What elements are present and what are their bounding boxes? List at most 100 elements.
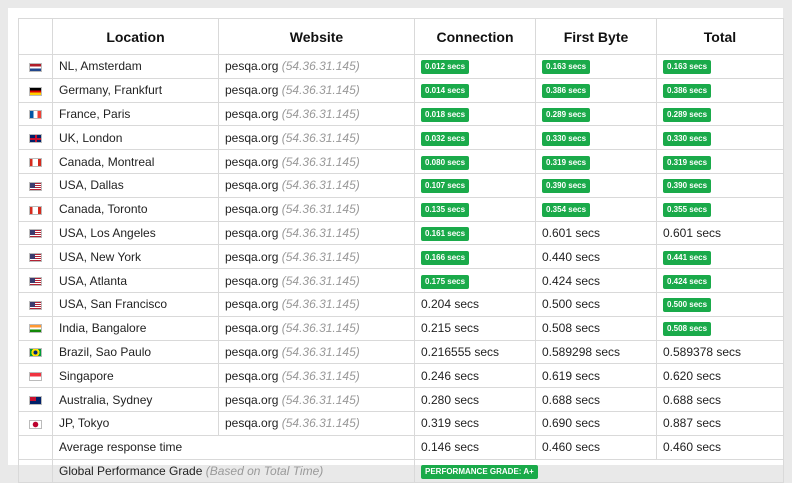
website-cell: pesqa.org (54.36.31.145) xyxy=(218,268,415,293)
website-text: pesqa.org xyxy=(225,83,279,98)
website-text: pesqa.org xyxy=(225,416,279,431)
first-byte-cell: 0.354 secs xyxy=(535,196,657,222)
first-byte-value: 0.619 secs xyxy=(542,368,601,383)
location-text: NL, Amsterdam xyxy=(59,59,142,74)
website-text: pesqa.org xyxy=(225,249,279,264)
ip-text: (54.36.31.145) xyxy=(281,178,360,193)
total-cell: 0.289 secs xyxy=(656,101,784,127)
connection-cell: 0.080 secs xyxy=(414,149,536,174)
connection-header: Connection xyxy=(414,18,536,55)
jp-flag-icon xyxy=(29,419,42,429)
first-byte-value: 0.354 secs xyxy=(542,203,591,218)
location-cell: India, Bangalore xyxy=(52,315,219,341)
first-byte-header: First Byte xyxy=(535,18,657,55)
website-cell: pesqa.org (54.36.31.145) xyxy=(218,363,415,389)
de-flag-icon xyxy=(29,86,42,96)
website-text: pesqa.org xyxy=(225,344,279,359)
first-byte-cell: 0.386 secs xyxy=(535,77,657,103)
connection-value: 0.135 secs xyxy=(421,203,470,218)
connection-value: 0.107 secs xyxy=(421,179,470,194)
first-byte-value: 0.386 secs xyxy=(542,84,591,99)
total-cell: 0.688 secs xyxy=(656,387,784,412)
first-byte-value: 0.589298 secs xyxy=(542,344,621,359)
ca-flag-icon xyxy=(29,205,42,215)
total-value: 0.330 secs xyxy=(663,131,712,146)
website-header: Website xyxy=(218,18,415,55)
connection-value: 0.032 secs xyxy=(421,131,470,146)
location-text: USA, Atlanta xyxy=(59,273,128,288)
flag-cell xyxy=(18,196,53,222)
ip-text: (54.36.31.145) xyxy=(281,344,360,359)
location-cell: Germany, Frankfurt xyxy=(52,77,219,103)
table-row: NL, Amsterdam pesqa.org (54.36.31.145) 0.0… xyxy=(18,54,784,79)
us-flag-icon xyxy=(29,253,42,263)
flag-cell xyxy=(18,363,53,389)
total-header: Total xyxy=(656,18,784,55)
table-row: Canada, Montreal pesqa.org (54.36.31.145)… xyxy=(18,149,784,174)
connection-value: 0.319 secs xyxy=(421,416,480,431)
average-row: Average response time 0.146 secs 0.460 s… xyxy=(18,434,784,460)
connection-value: 0.014 secs xyxy=(421,84,470,99)
total-cell: 0.330 secs xyxy=(656,125,784,151)
website-text: pesqa.org xyxy=(225,202,279,217)
location-cell: Canada, Montreal xyxy=(52,149,219,174)
website-cell: pesqa.org (54.36.31.145) xyxy=(218,244,415,270)
table-row: USA, New York pesqa.org (54.36.31.145) 0.1… xyxy=(18,244,784,270)
website-cell: pesqa.org (54.36.31.145) xyxy=(218,387,415,412)
website-cell: pesqa.org (54.36.31.145) xyxy=(218,149,415,174)
flag-cell xyxy=(18,291,53,317)
location-text: USA, New York xyxy=(59,249,142,264)
location-cell: Australia, Sydney xyxy=(52,387,219,412)
connection-value: 0.246 secs xyxy=(421,368,480,383)
flag-cell xyxy=(18,315,53,341)
total-value: 0.887 secs xyxy=(663,416,722,431)
first-byte-value: 0.688 secs xyxy=(542,392,601,407)
table-row: USA, Atlanta pesqa.org (54.36.31.145) 0.17… xyxy=(18,268,784,293)
connection-value: 0.080 secs xyxy=(421,155,470,170)
grade-note: (Based on Total Time) xyxy=(205,463,324,478)
location-cell: USA, Los Angeles xyxy=(52,220,219,246)
flag-cell xyxy=(18,244,53,270)
au-flag-icon xyxy=(29,395,42,405)
table-row: Singapore pesqa.org (54.36.31.145) 0.246 s… xyxy=(18,363,784,389)
total-value: 0.355 secs xyxy=(663,203,712,218)
flag-cell xyxy=(18,220,53,246)
website-cell: pesqa.org (54.36.31.145) xyxy=(218,77,415,103)
website-cell: pesqa.org (54.36.31.145) xyxy=(218,315,415,341)
first-byte-value: 0.424 secs xyxy=(542,273,601,288)
first-byte-cell: 0.289 secs xyxy=(535,101,657,127)
flag-cell xyxy=(18,410,53,436)
us-flag-icon xyxy=(29,300,42,310)
website-cell: pesqa.org (54.36.31.145) xyxy=(218,172,415,198)
sg-flag-icon xyxy=(29,372,42,382)
location-text: JP, Tokyo xyxy=(59,416,110,431)
connection-cell: 0.161 secs xyxy=(414,220,536,246)
location-cell: JP, Tokyo xyxy=(52,410,219,436)
total-cell: 0.441 secs xyxy=(656,244,784,270)
connection-cell: 0.012 secs xyxy=(414,54,536,79)
table-row: USA, Los Angeles pesqa.org (54.36.31.145)… xyxy=(18,220,784,246)
connection-cell: 0.246 secs xyxy=(414,363,536,389)
us-flag-icon xyxy=(29,181,42,191)
first-byte-value: 0.330 secs xyxy=(542,131,591,146)
total-cell: 0.887 secs xyxy=(656,410,784,436)
table-row: Australia, Sydney pesqa.org (54.36.31.145… xyxy=(18,387,784,412)
location-cell: Singapore xyxy=(52,363,219,389)
flag-cell xyxy=(18,387,53,412)
table-row: France, Paris pesqa.org (54.36.31.145) 0.0… xyxy=(18,101,784,127)
location-text: Canada, Montreal xyxy=(59,154,155,169)
first-byte-cell: 0.688 secs xyxy=(535,387,657,412)
total-cell: 0.390 secs xyxy=(656,172,784,198)
website-cell: pesqa.org (54.36.31.145) xyxy=(218,101,415,127)
website-cell: pesqa.org (54.36.31.145) xyxy=(218,54,415,79)
location-cell: USA, Atlanta xyxy=(52,268,219,293)
first-byte-cell: 0.440 secs xyxy=(535,244,657,270)
connection-cell: 0.107 secs xyxy=(414,172,536,198)
connection-cell: 0.319 secs xyxy=(414,410,536,436)
first-byte-cell: 0.601 secs xyxy=(535,220,657,246)
connection-value: 0.215 secs xyxy=(421,321,480,336)
total-value: 0.386 secs xyxy=(663,84,712,99)
flag-cell xyxy=(18,172,53,198)
total-cell: 0.601 secs xyxy=(656,220,784,246)
us-flag-icon xyxy=(29,276,42,286)
